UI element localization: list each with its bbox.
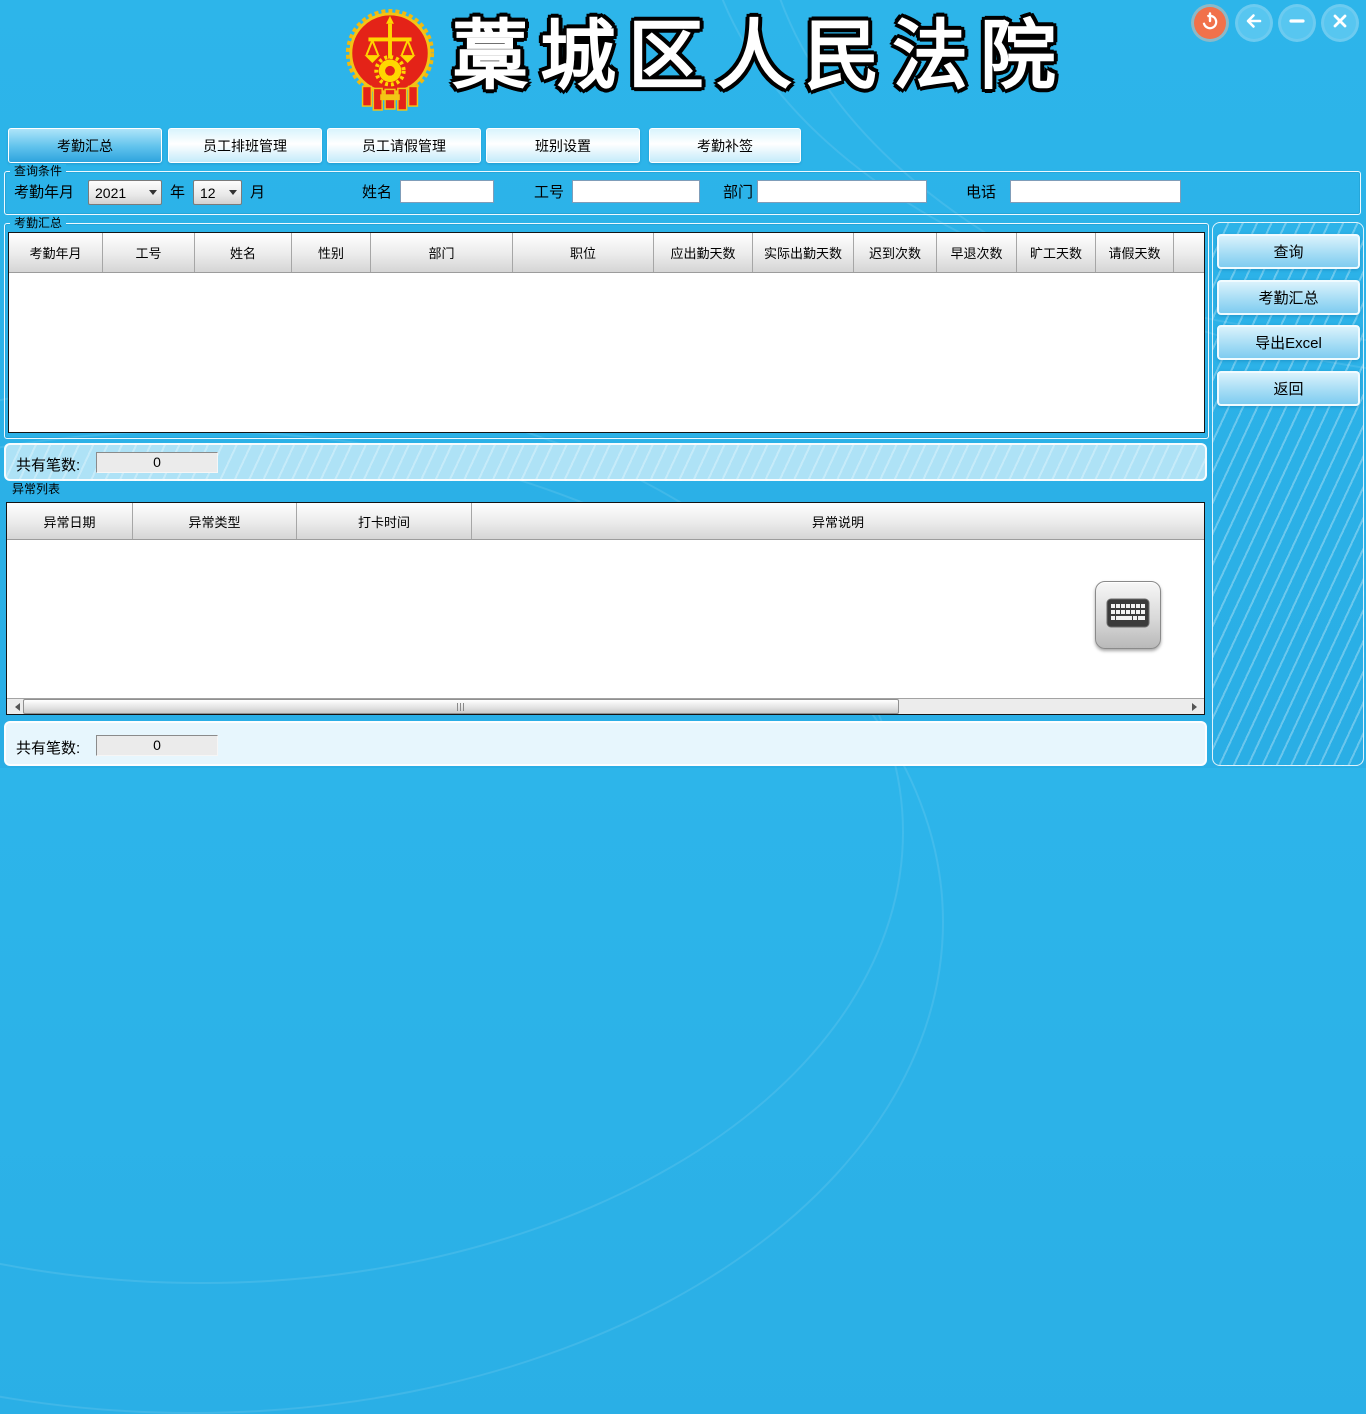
app-window: { "window": { "title": "藁城区人民法院", "contr… xyxy=(0,0,1366,768)
summary-header-cell[interactable]: 工号 xyxy=(103,233,195,272)
tab-attendance-summary[interactable]: 考勤汇总 xyxy=(8,128,162,163)
button-label: 返回 xyxy=(1273,378,1303,399)
phone-input[interactable] xyxy=(1010,180,1181,203)
court-emblem-logo xyxy=(341,8,439,112)
exception-header-cell[interactable]: 打卡时间 xyxy=(297,503,472,539)
button-label: 导出Excel xyxy=(1255,332,1322,353)
summary-table-body[interactable] xyxy=(9,273,1204,432)
tab-shift-management[interactable]: 员工排班管理 xyxy=(168,128,322,163)
summary-header-cell[interactable]: 旷工天数 xyxy=(1017,233,1096,272)
query-conditions-legend: 查询条件 xyxy=(10,164,66,178)
chevron-down-icon xyxy=(145,186,161,199)
month-unit-label: 月 xyxy=(250,181,265,204)
app-title: 藁城区人民法院 xyxy=(452,5,1068,109)
tab-shift-settings[interactable]: 班别设置 xyxy=(486,128,640,163)
scroll-left-button[interactable] xyxy=(7,699,23,714)
summary-legend: 考勤汇总 xyxy=(10,216,66,230)
summary-header-cell[interactable]: 请假天数 xyxy=(1096,233,1174,272)
summary-total-value: 0 xyxy=(96,452,218,473)
year-select[interactable]: 2021 xyxy=(88,180,162,205)
summary-header-filler xyxy=(1174,233,1204,272)
query-button[interactable]: 查询 xyxy=(1217,234,1360,269)
tab-label: 考勤汇总 xyxy=(57,136,113,156)
tab-attendance-resign[interactable]: 考勤补签 xyxy=(649,128,801,163)
power-icon xyxy=(1200,11,1220,36)
name-input[interactable] xyxy=(400,180,494,203)
summary-header-cell[interactable]: 职位 xyxy=(513,233,654,272)
year-select-value: 2021 xyxy=(89,185,145,201)
back-button[interactable] xyxy=(1238,7,1270,39)
summary-header-cell[interactable]: 早退次数 xyxy=(937,233,1017,272)
summary-table: 考勤年月 工号 姓名 性别 部门 职位 应出勤天数 实际出勤天数 迟到次数 早退… xyxy=(8,232,1205,433)
name-label: 姓名 xyxy=(362,181,392,204)
summary-header-cell[interactable]: 考勤年月 xyxy=(9,233,103,272)
button-label: 查询 xyxy=(1273,241,1303,262)
exception-header-cell[interactable]: 异常说明 xyxy=(472,503,1204,539)
grip-icon xyxy=(457,703,466,711)
month-select[interactable]: 12 xyxy=(193,180,242,205)
button-label: 考勤汇总 xyxy=(1258,287,1318,308)
phone-label: 电话 xyxy=(966,181,996,204)
tab-label: 员工排班管理 xyxy=(203,136,287,156)
close-button[interactable] xyxy=(1324,7,1356,39)
minimize-button[interactable] xyxy=(1281,7,1313,39)
exception-list-legend: 异常列表 xyxy=(8,482,64,496)
department-input[interactable] xyxy=(757,180,927,203)
summary-header-cell[interactable]: 实际出勤天数 xyxy=(753,233,854,272)
horizontal-scrollbar[interactable] xyxy=(7,698,1204,714)
exception-table-body[interactable] xyxy=(7,540,1204,698)
keyboard-icon xyxy=(1106,598,1150,633)
tab-label: 考勤补签 xyxy=(697,136,753,156)
month-select-value: 12 xyxy=(194,185,225,201)
arrow-left-icon xyxy=(11,703,20,711)
exception-header-cell[interactable]: 异常日期 xyxy=(7,503,133,539)
department-label: 部门 xyxy=(723,181,753,204)
year-unit-label: 年 xyxy=(170,181,185,204)
attendance-month-label: 考勤年月 xyxy=(14,181,74,204)
summary-header-cell[interactable]: 应出勤天数 xyxy=(654,233,753,272)
exception-total-label: 共有笔数: xyxy=(16,737,80,758)
summary-header-cell[interactable]: 部门 xyxy=(371,233,513,272)
summary-header-cell[interactable]: 姓名 xyxy=(195,233,292,272)
exception-table: 异常日期 异常类型 打卡时间 异常说明 xyxy=(6,502,1205,715)
summary-header-cell[interactable]: 迟到次数 xyxy=(854,233,937,272)
close-icon xyxy=(1330,11,1350,36)
arrow-right-icon xyxy=(1192,703,1201,711)
summary-table-header: 考勤年月 工号 姓名 性别 部门 职位 应出勤天数 实际出勤天数 迟到次数 早退… xyxy=(9,233,1204,273)
exception-header-cell[interactable]: 异常类型 xyxy=(133,503,297,539)
minimize-icon xyxy=(1287,11,1307,36)
chevron-down-icon xyxy=(225,186,241,199)
scrollbar-thumb[interactable] xyxy=(23,699,899,714)
summary-button[interactable]: 考勤汇总 xyxy=(1217,280,1360,315)
power-button[interactable] xyxy=(1194,7,1226,39)
summary-header-cell[interactable]: 性别 xyxy=(292,233,371,272)
exception-table-header: 异常日期 异常类型 打卡时间 异常说明 xyxy=(7,503,1204,540)
export-excel-button[interactable]: 导出Excel xyxy=(1217,325,1360,360)
back-arrow-icon xyxy=(1244,11,1264,36)
summary-total-label: 共有笔数: xyxy=(16,454,80,475)
exception-total-value: 0 xyxy=(96,735,218,756)
employee-id-label: 工号 xyxy=(534,181,564,204)
tab-leave-management[interactable]: 员工请假管理 xyxy=(327,128,481,163)
scrollbar-track[interactable] xyxy=(899,699,1188,714)
employee-id-input[interactable] xyxy=(572,180,700,203)
tab-label: 班别设置 xyxy=(535,136,591,156)
tab-label: 员工请假管理 xyxy=(362,136,446,156)
scroll-right-button[interactable] xyxy=(1188,699,1204,714)
keyboard-button[interactable] xyxy=(1095,581,1161,649)
return-button[interactable]: 返回 xyxy=(1217,371,1360,406)
